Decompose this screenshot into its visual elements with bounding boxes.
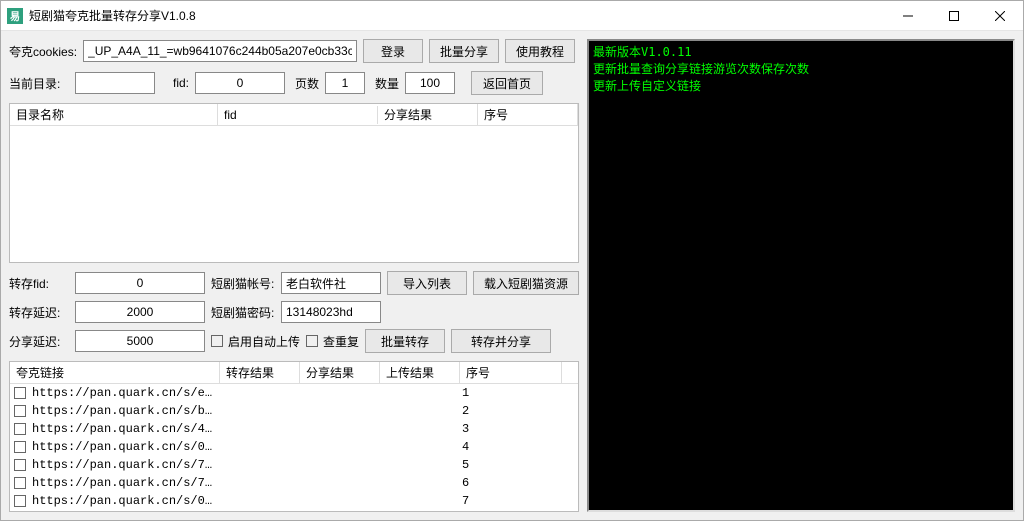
console-line: 更新上传自定义链接 <box>593 79 701 93</box>
console-line: 更新批量查询分享链接游览次数保存次数 <box>593 62 809 76</box>
th-index2[interactable]: 序号 <box>460 362 562 383</box>
import-list-button[interactable]: 导入列表 <box>387 271 467 295</box>
save-fid-input[interactable] <box>75 272 205 294</box>
app-icon: 易 <box>7 8 23 24</box>
cell-index: 1 <box>460 386 578 400</box>
batch-save-button[interactable]: 批量转存 <box>365 329 445 353</box>
cookies-input[interactable] <box>83 40 357 62</box>
directory-table[interactable]: 目录名称 fid 分享结果 序号 <box>9 103 579 263</box>
table-row[interactable]: https://pan.quark.cn/s/0fe... 4 <box>10 438 578 456</box>
cell-index: 5 <box>460 458 578 472</box>
row-checkbox[interactable] <box>14 441 26 453</box>
login-button[interactable]: 登录 <box>363 39 423 63</box>
current-dir-input[interactable] <box>75 72 155 94</box>
account-label: 短剧猫帐号: <box>211 275 275 292</box>
password-input[interactable] <box>281 301 381 323</box>
console-output[interactable]: 最新版本V1.0.11 更新批量查询分享链接游览次数保存次数 更新上传自定义链接 <box>587 39 1015 512</box>
load-resources-button[interactable]: 载入短剧猫资源 <box>473 271 579 295</box>
th-link[interactable]: 夸克链接 <box>10 362 220 383</box>
fid-label: fid: <box>161 76 189 90</box>
auto-upload-label: 启用自动上传 <box>228 333 300 350</box>
cookies-label: 夸克cookies: <box>9 43 77 60</box>
directory-table-body <box>10 126 578 262</box>
batch-share-button[interactable]: 批量分享 <box>429 39 499 63</box>
row-checkbox[interactable] <box>14 477 26 489</box>
table-row[interactable]: https://pan.quark.cn/s/b85... 2 <box>10 402 578 420</box>
count-input[interactable] <box>405 72 455 94</box>
account-input[interactable] <box>281 272 381 294</box>
share-delay-label: 分享延迟: <box>9 333 69 350</box>
cell-url: https://pan.quark.cn/s/49e... <box>30 422 220 436</box>
dedup-checkbox[interactable]: 查重复 <box>306 333 359 350</box>
cell-url: https://pan.quark.cn/s/071... <box>30 494 220 508</box>
table-row[interactable]: https://pan.quark.cn/s/7ae... 5 <box>10 456 578 474</box>
save-delay-label: 转存延迟: <box>9 304 69 321</box>
tutorial-button[interactable]: 使用教程 <box>505 39 575 63</box>
app-window: 易 短剧猫夸克批量转存分享V1.0.8 夸克cookies: 登录 批量分享 使… <box>0 0 1024 521</box>
row-checkbox[interactable] <box>14 387 26 399</box>
th-dirname[interactable]: 目录名称 <box>10 104 218 125</box>
count-label: 数量 <box>371 75 399 92</box>
cell-index: 4 <box>460 440 578 454</box>
titlebar: 易 短剧猫夸克批量转存分享V1.0.8 <box>1 1 1023 31</box>
th-index[interactable]: 序号 <box>478 104 578 125</box>
page-label: 页数 <box>291 75 319 92</box>
table-row[interactable]: https://pan.quark.cn/s/7a5... 6 <box>10 474 578 492</box>
password-label: 短剧猫密码: <box>211 304 275 321</box>
auto-upload-checkbox[interactable]: 启用自动上传 <box>211 333 300 350</box>
dedup-label: 查重复 <box>323 333 359 350</box>
table-row[interactable]: https://pan.quark.cn/s/ea9... 1 <box>10 384 578 402</box>
links-table[interactable]: 夸克链接 转存结果 分享结果 上传结果 序号 https://pan.quark… <box>9 361 579 512</box>
directory-table-header: 目录名称 fid 分享结果 序号 <box>10 104 578 126</box>
row-checkbox[interactable] <box>14 495 26 507</box>
save-and-share-button[interactable]: 转存并分享 <box>451 329 551 353</box>
cell-index: 7 <box>460 494 578 508</box>
maximize-button[interactable] <box>931 1 977 31</box>
minimize-button[interactable] <box>885 1 931 31</box>
cell-url: https://pan.quark.cn/s/ea9... <box>30 386 220 400</box>
th-share-result2[interactable]: 分享结果 <box>300 362 380 383</box>
row-checkbox[interactable] <box>14 459 26 471</box>
page-input[interactable] <box>325 72 365 94</box>
close-button[interactable] <box>977 1 1023 31</box>
share-delay-input[interactable] <box>75 330 205 352</box>
cell-index: 2 <box>460 404 578 418</box>
row-checkbox[interactable] <box>14 405 26 417</box>
window-controls <box>885 1 1023 31</box>
cell-url: https://pan.quark.cn/s/0fe... <box>30 440 220 454</box>
save-fid-label: 转存fid: <box>9 275 69 292</box>
save-delay-input[interactable] <box>75 301 205 323</box>
cell-url: https://pan.quark.cn/s/b85... <box>30 404 220 418</box>
cell-index: 6 <box>460 476 578 490</box>
table-row[interactable]: https://pan.quark.cn/s/49e... 3 <box>10 420 578 438</box>
console-line: 最新版本V1.0.11 <box>593 45 692 59</box>
row-checkbox[interactable] <box>14 423 26 435</box>
th-save-result[interactable]: 转存结果 <box>220 362 300 383</box>
fid-input[interactable] <box>195 72 285 94</box>
home-button[interactable]: 返回首页 <box>471 71 543 95</box>
cell-index: 3 <box>460 422 578 436</box>
window-title: 短剧猫夸克批量转存分享V1.0.8 <box>29 7 196 24</box>
th-share-result[interactable]: 分享结果 <box>378 104 478 125</box>
th-fid[interactable]: fid <box>218 106 378 124</box>
links-table-body[interactable]: https://pan.quark.cn/s/ea9...1https://pa… <box>10 384 578 511</box>
cell-url: https://pan.quark.cn/s/7ae... <box>30 458 220 472</box>
current-dir-label: 当前目录: <box>9 75 69 92</box>
th-upload-result[interactable]: 上传结果 <box>380 362 460 383</box>
cell-url: https://pan.quark.cn/s/7a5... <box>30 476 220 490</box>
links-table-header: 夸克链接 转存结果 分享结果 上传结果 序号 <box>10 362 578 384</box>
table-row[interactable]: https://pan.quark.cn/s/071... 7 <box>10 492 578 510</box>
